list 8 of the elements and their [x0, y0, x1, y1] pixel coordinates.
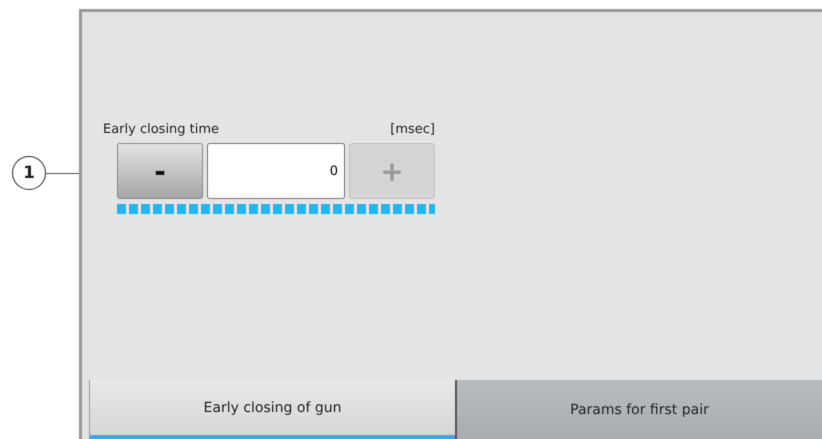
setting-label: Early closing time [103, 122, 220, 137]
minus-button[interactable]: - [117, 143, 203, 199]
tab[interactable]: Early closing of gun [89, 380, 455, 439]
value-field[interactable]: 0 [207, 143, 345, 199]
unit-label: [msec] [390, 122, 435, 137]
tab[interactable]: Params for first pair [455, 380, 822, 439]
callout-number: 1 [12, 156, 46, 190]
leader-line [46, 172, 79, 174]
